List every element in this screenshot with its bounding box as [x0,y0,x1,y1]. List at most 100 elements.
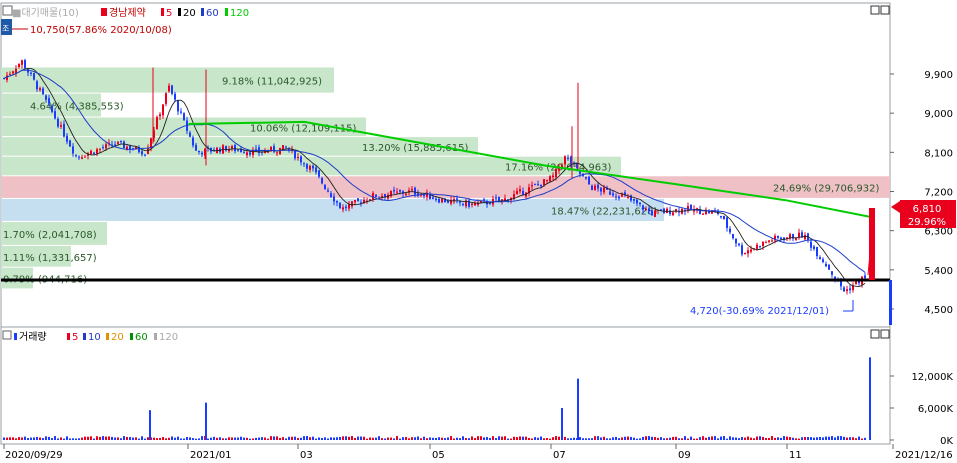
volume-bar [60,437,62,440]
volume-legend-ma20-marker [106,333,109,340]
candle-body [804,235,806,240]
volume-bar [69,438,71,440]
candle-body [24,60,26,69]
volume-bar [726,438,728,440]
volume-bar [252,438,254,440]
candle-body [162,104,164,116]
volume-bar [672,436,674,440]
candle-body [594,185,596,190]
legend-ma60: 60 [206,8,219,19]
volume-bar [636,438,638,440]
volume-bar [189,437,191,440]
volume-bar [258,437,260,440]
volume-bar [582,438,584,440]
volume-bar [36,436,38,440]
volume-bar [621,437,623,440]
volume-bar [174,437,176,440]
candle-body [546,179,548,181]
volume-legend-ma10-marker [83,333,86,340]
candle-body [411,189,413,191]
volume-bar [201,436,203,440]
volume-legend-ma20: 20 [111,332,124,343]
volume-bar [360,436,362,440]
x-tick-label-6: 11 [789,450,802,461]
candle-body [822,259,824,263]
volume-bar [453,438,455,440]
x-tick-label-7: 2021/12/16 [895,450,953,461]
volume-bar [468,438,470,440]
volume-bar [372,437,374,440]
volume-bar [351,436,353,440]
candle-body [729,228,731,233]
legend-ma20-marker [178,8,181,16]
candle-body [351,201,353,207]
candle-body [30,72,32,74]
volume-bar [318,437,320,440]
volume-bar [711,436,713,440]
volume-bar [846,437,848,440]
volume-bar [792,437,794,440]
volume-bar [864,437,866,440]
volume-bar [225,438,227,440]
volume-bar [288,436,290,440]
candle-body [393,189,395,192]
volume-bar [312,436,314,440]
volume-bar [423,436,425,440]
candle-body [144,154,146,156]
volume-bar [39,437,41,440]
volume-bar [762,436,764,440]
volume-bar [819,436,821,440]
volume-panel-close-button[interactable] [880,329,890,339]
candle-body [75,155,77,157]
candle-body [51,105,53,112]
legend-collapse-icon[interactable] [2,5,13,16]
volume-bar [525,436,527,440]
candle-body [165,93,167,104]
volume-bar [687,438,689,440]
candle-body [489,203,491,205]
volume-legend-collapse-icon[interactable] [2,330,12,340]
volume-tick-label-0: 12,000K [911,372,953,383]
volume-bar [705,437,707,440]
volume-bar [45,436,47,440]
stock-chart: 9.18% (11,042,925)4.64% (4,385,553)10.06… [0,2,956,461]
candle-body [54,111,56,119]
volume-bar [108,436,110,440]
price-panel-close-button[interactable] [880,5,890,15]
volume-bar [513,436,515,440]
volume-bar [831,436,833,440]
volume-bar [456,437,458,440]
candle-body [117,141,119,144]
candle-body [564,156,566,165]
volume-bar [192,438,194,440]
volume-panel-maximize-button[interactable] [870,329,880,339]
volume-bar [219,437,221,440]
volume-bar [507,438,509,440]
volume-bar [735,437,737,440]
price-y-axis: 9,900 9,000 8,100 7,200 6,300 5,400 4,500 [890,70,953,316]
price-panel-maximize-button[interactable] [870,5,880,15]
candle-body [618,196,620,199]
candle-body [642,205,644,210]
candle-body [339,202,341,209]
volume-bar [465,438,467,440]
current-change: 29.96% [908,217,946,228]
volume-bar [327,438,329,440]
candle-body [498,196,500,201]
volume-bar [354,437,356,440]
volume-bar [255,437,257,440]
candle-body [309,165,311,170]
candle-body [780,237,782,239]
legend-prefix: ■대기매물(10) [12,7,79,19]
candle-body [345,206,347,209]
volume-bar [330,437,332,440]
candle-body [321,177,323,184]
volume-bar [378,436,380,440]
x-tick-label-4: 07 [553,450,566,461]
volume-bar [489,437,491,440]
volume-bar [222,438,224,440]
volume-bar [759,436,761,440]
volume-bar [543,438,545,440]
volume-bar [279,437,281,440]
candle-body [414,187,416,195]
